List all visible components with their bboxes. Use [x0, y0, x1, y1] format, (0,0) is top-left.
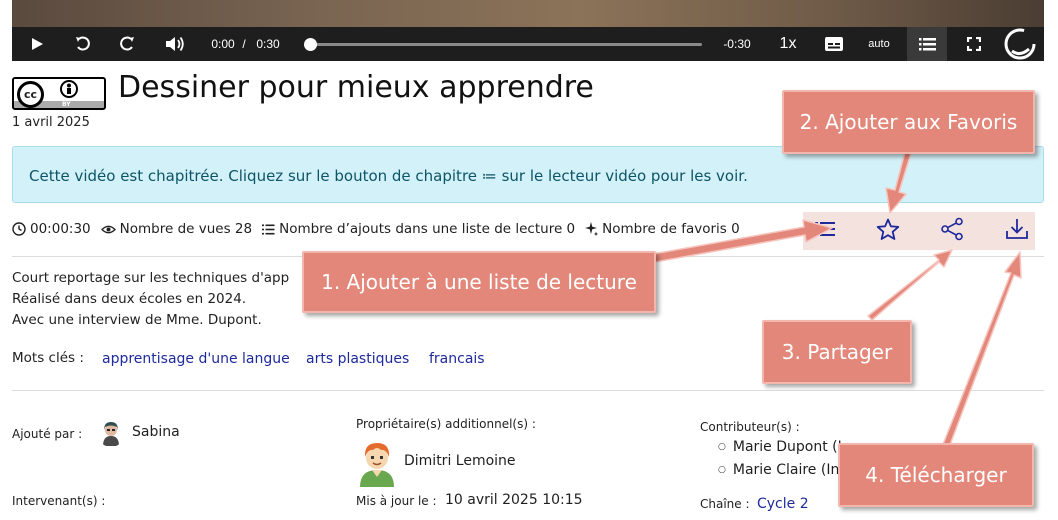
subtitles-button[interactable]: [820, 27, 848, 61]
playlist-adds-value: Nombre d’ajouts dans une liste de lectur…: [279, 221, 576, 237]
play-button[interactable]: [22, 27, 52, 61]
contributors-list: Marie Dupont (I Marie Claire (In: [718, 437, 842, 483]
avatar[interactable]: [356, 437, 398, 487]
quality-button[interactable]: auto: [864, 27, 894, 61]
rewind-button[interactable]: [68, 27, 98, 61]
added-by-name[interactable]: Sabina: [132, 424, 180, 440]
eye-icon: [100, 224, 116, 235]
chapter-info-banner: Cette vidéo est chapitrée. Cliquez sur l…: [12, 146, 1044, 203]
banner-text: Cette vidéo est chapitrée. Cliquez sur l…: [29, 167, 748, 185]
playlist-icon: [815, 221, 835, 241]
banner-text-end: sur le lecteur vidéo pour les voir.: [501, 167, 748, 185]
logo-icon: [1003, 27, 1037, 61]
duration-value: 00:00:30: [30, 221, 91, 237]
video-frame[interactable]: [12, 0, 1044, 27]
keywords-label: Mots clés :: [12, 350, 84, 366]
cc-icon: cc: [17, 81, 44, 108]
subtitles-icon: [824, 36, 844, 52]
video-actions: [803, 212, 1035, 250]
volume-icon: [165, 35, 185, 53]
channel-link[interactable]: Cycle 2: [757, 496, 809, 512]
banner-text-start: Cette vidéo est chapitrée. Cliquez sur l…: [29, 167, 478, 185]
channel-label: Chaîne :: [700, 497, 750, 511]
callout-add-to-playlist: 1. Ajouter à une liste de lecture: [302, 251, 656, 313]
share-icon: [940, 217, 964, 245]
remaining-time: -0:30: [723, 37, 751, 51]
owner-name[interactable]: Dimitri Lemoine: [404, 453, 516, 469]
volume-button[interactable]: [160, 27, 190, 61]
sparkle-icon: [585, 222, 599, 236]
page-title: Dessiner pour mieux apprendre: [118, 70, 594, 105]
duration-time: 0:30: [256, 37, 280, 51]
progress-handle[interactable]: [304, 38, 317, 51]
video-description: Court reportage sur les techniques d'app…: [12, 268, 289, 331]
keyword-link[interactable]: arts plastiques: [306, 351, 409, 367]
avatar[interactable]: [98, 419, 124, 447]
list-item: Marie Claire (In: [718, 460, 842, 483]
rewind-icon: [74, 35, 92, 53]
share-button[interactable]: [930, 212, 974, 250]
keyword-link[interactable]: francais: [429, 351, 485, 367]
stat-duration: 00:00:30: [12, 221, 91, 237]
list-icon: [262, 224, 275, 235]
favorites-value: Nombre de favoris 0: [602, 221, 740, 237]
download-button[interactable]: [995, 212, 1039, 250]
playback-speed-button[interactable]: 1x: [774, 27, 802, 61]
description-line: Réalisé dans deux écoles en 2024.: [12, 291, 247, 307]
forward-button[interactable]: [112, 27, 142, 61]
list-item: Marie Dupont (I: [718, 437, 842, 460]
speakers-label: Intervenant(s) :: [12, 494, 106, 508]
video-stats: 00:00:30 Nombre de vues 28 Nombre d’ajou…: [12, 220, 750, 238]
star-icon: [876, 218, 900, 245]
updated-value: 10 avril 2025 10:15: [445, 492, 583, 508]
stat-favorites: Nombre de favoris 0: [585, 221, 740, 237]
description-line: Avec une interview de Mme. Dupont.: [12, 312, 262, 328]
stat-views: Nombre de vues 28: [100, 221, 253, 237]
added-by-label: Ajouté par :: [12, 427, 83, 441]
license-badge[interactable]: cc BY: [12, 77, 106, 110]
description-line: Court reportage sur les techniques d'app: [12, 270, 290, 286]
by-label: BY: [62, 101, 71, 108]
callout-share: 3. Partager: [762, 320, 912, 384]
updated-label: Mis à jour le :: [356, 494, 437, 508]
add-to-favorites-button[interactable]: [866, 212, 910, 250]
keyword-link[interactable]: apprentisage d'une langue: [102, 351, 290, 367]
attribution-icon: [60, 80, 78, 98]
player-controls: 0:00 / 0:30 -0:30 1x auto: [12, 27, 1044, 61]
callout-add-to-favorites: 2. Ajouter aux Favoris: [782, 90, 1035, 154]
divider: [12, 390, 1044, 391]
fullscreen-icon: [967, 37, 981, 51]
progress-bar[interactable]: [310, 43, 702, 46]
views-value: Nombre de vues 28: [119, 221, 253, 237]
owners-label: Propriétaire(s) additionnel(s) :: [356, 417, 536, 431]
time-separator: /: [242, 37, 246, 51]
stat-playlists: Nombre d’ajouts dans une liste de lectur…: [262, 221, 575, 237]
chapters-icon: [918, 37, 936, 51]
forward-icon: [118, 35, 136, 53]
list-icon: ≔: [481, 167, 497, 185]
chapters-button[interactable]: [907, 27, 947, 61]
callout-download: 4. Télécharger: [838, 443, 1034, 507]
publish-date: 1 avril 2025: [12, 115, 90, 130]
clock-icon: [12, 222, 26, 236]
fullscreen-button[interactable]: [960, 27, 988, 61]
play-icon: [30, 37, 44, 51]
player-logo: [1000, 27, 1040, 61]
current-time: 0:00: [211, 37, 235, 51]
contributors-label: Contributeur(s) :: [700, 420, 800, 434]
download-icon: [1005, 218, 1029, 244]
add-to-playlist-button[interactable]: [803, 212, 847, 250]
